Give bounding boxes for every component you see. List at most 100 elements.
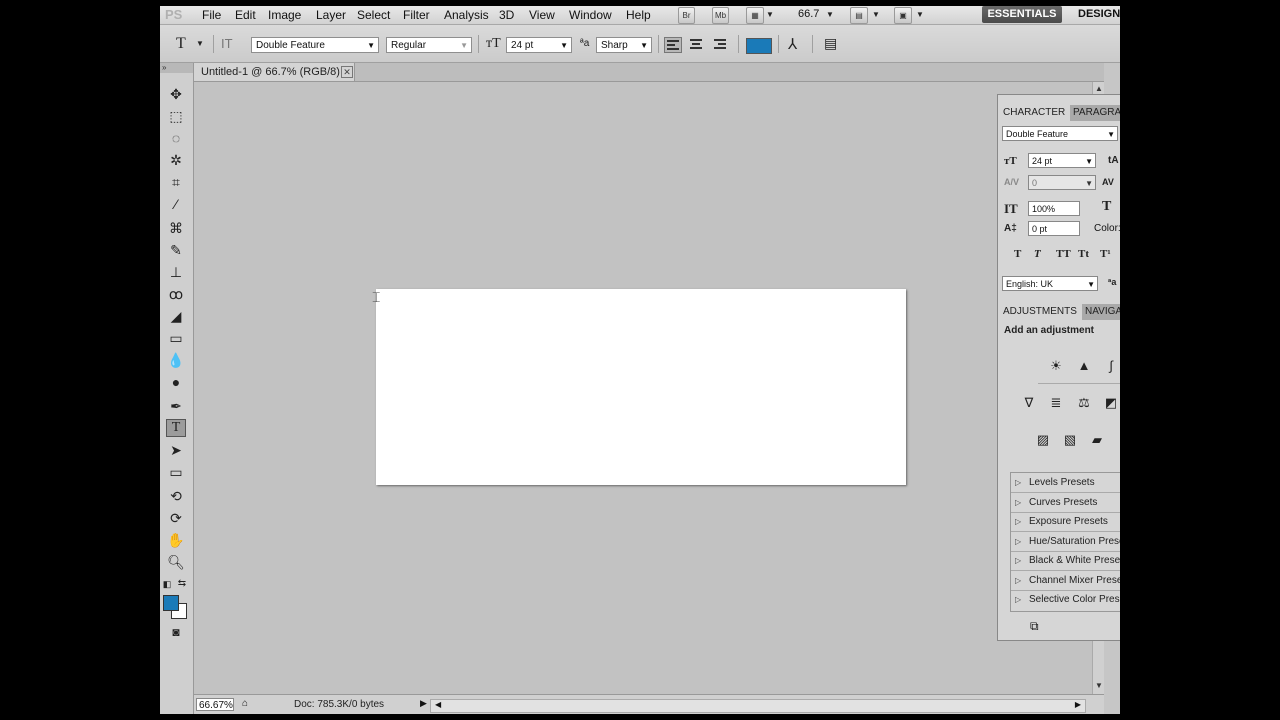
gradient-map-icon[interactable]: ▧	[1061, 431, 1079, 449]
invert-icon[interactable]: ▨	[1034, 431, 1052, 449]
tab-adjustments[interactable]: ADJUSTMENTS	[998, 304, 1082, 320]
text-color-swatch[interactable]	[746, 38, 772, 54]
type-tool-preset-icon[interactable]: T	[176, 35, 186, 53]
clip-to-layer-icon[interactable]: ⧉	[1030, 619, 1039, 634]
vibrance-icon[interactable]: ∇	[1020, 394, 1038, 412]
hand-tool-icon[interactable]: ✋	[166, 531, 186, 549]
align-center-button[interactable]	[688, 37, 706, 53]
workspace-essentials-button[interactable]: ESSENTIALS	[982, 6, 1062, 23]
faux-italic-button[interactable]: T	[1034, 248, 1041, 260]
quick-mask-icon[interactable]: ◙	[166, 623, 186, 641]
font-style-select[interactable]: Regular ▼	[386, 37, 472, 53]
scroll-down-icon[interactable]: ▼	[1095, 681, 1103, 690]
clone-stamp-tool-icon[interactable]: ⊥	[166, 263, 186, 281]
all-caps-button[interactable]: TT	[1056, 248, 1071, 260]
horizontal-scrollbar[interactable]: ◀ ▶	[430, 699, 1086, 713]
tools-panel-collapse-icon[interactable]: »	[160, 63, 193, 73]
arrange-dropdown-icon[interactable]: ▼	[872, 10, 880, 19]
preset-channel-mixer[interactable]: ▷ Channel Mixer Presets	[1011, 571, 1120, 591]
preset-selective-color[interactable]: ▷ Selective Color Presets	[1011, 590, 1120, 609]
crop-tool-icon[interactable]: ⌗	[166, 173, 186, 191]
char-kerning-field[interactable]: 0 ▼	[1028, 175, 1096, 190]
menu-analysis[interactable]: Analysis	[444, 8, 489, 22]
preset-levels[interactable]: ▷ Levels Presets	[1011, 473, 1120, 493]
foreground-color-swatch[interactable]	[163, 595, 179, 611]
status-menu-arrow-icon[interactable]: ▶	[420, 698, 427, 709]
document-tab[interactable]: Untitled-1 @ 66.7% (RGB/8) ✕	[194, 63, 355, 81]
3d-orbit-tool-icon[interactable]: ⟳	[166, 509, 186, 527]
3d-rotate-tool-icon[interactable]: ⟲	[166, 487, 186, 505]
font-family-select[interactable]: Double Feature ▼	[251, 37, 379, 53]
blur-tool-icon[interactable]: 💧	[166, 351, 186, 369]
close-icon[interactable]: ✕	[341, 66, 353, 78]
curves-icon[interactable]: ∫	[1102, 357, 1120, 375]
font-size-field[interactable]: 24 pt ▼	[506, 37, 572, 53]
brightness-contrast-icon[interactable]: ☀	[1047, 357, 1065, 375]
selective-color-icon[interactable]: ▰	[1088, 431, 1106, 449]
preset-black-white[interactable]: ▷ Black & White Presets	[1011, 551, 1120, 571]
workspace-design-button[interactable]: DESIGN	[1078, 8, 1120, 20]
tool-preset-dropdown-icon[interactable]: ▼	[196, 39, 204, 48]
type-tool-icon[interactable]: T	[166, 419, 186, 437]
black-white-icon[interactable]: ◩	[1102, 394, 1120, 412]
character-paragraph-panel-icon[interactable]: ▤	[824, 35, 837, 52]
levels-icon[interactable]: ▲	[1075, 357, 1093, 375]
eyedropper-tool-icon[interactable]: ⁄	[166, 195, 186, 213]
default-colors-icon[interactable]: ◧	[162, 575, 172, 593]
menu-window[interactable]: Window	[569, 8, 612, 22]
align-right-button[interactable]	[712, 37, 730, 53]
hue-saturation-icon[interactable]: ≣	[1047, 394, 1065, 412]
screen-mode-icon[interactable]: ▣	[894, 7, 912, 24]
marquee-tool-icon[interactable]: ⬚	[166, 107, 186, 125]
preset-curves[interactable]: ▷ Curves Presets	[1011, 493, 1120, 513]
gradient-tool-icon[interactable]: ▭	[166, 329, 186, 347]
tab-character[interactable]: CHARACTER	[998, 105, 1071, 121]
eraser-tool-icon[interactable]: ◢	[166, 307, 186, 325]
char-vertical-scale-field[interactable]: 100%	[1028, 201, 1080, 216]
view-extras-dropdown-icon[interactable]: ▼	[766, 10, 774, 19]
zoom-dropdown-icon[interactable]: ▼	[826, 10, 834, 19]
menu-filter[interactable]: Filter	[403, 8, 430, 22]
history-brush-tool-icon[interactable]: ꝏ	[166, 285, 186, 303]
spot-healing-tool-icon[interactable]: ⌘	[166, 219, 186, 237]
menu-layer[interactable]: Layer	[316, 8, 346, 22]
path-selection-tool-icon[interactable]: ➤	[166, 441, 186, 459]
char-baseline-shift-field[interactable]: 0 pt	[1028, 221, 1080, 236]
dodge-tool-icon[interactable]: ●	[166, 373, 186, 391]
menu-3d[interactable]: 3D	[499, 8, 514, 22]
launch-minibridge-button[interactable]: Mb	[712, 7, 729, 24]
move-tool-icon[interactable]: ✥	[166, 85, 186, 103]
align-left-button[interactable]	[664, 37, 682, 53]
char-color-label[interactable]: Color:	[1094, 223, 1120, 234]
quick-selection-tool-icon[interactable]: ✲	[166, 151, 186, 169]
color-balance-icon[interactable]: ⚖	[1075, 394, 1093, 412]
brush-tool-icon[interactable]: ✎	[166, 241, 186, 259]
scroll-up-icon[interactable]: ▲	[1095, 84, 1103, 93]
preset-exposure[interactable]: ▷ Exposure Presets	[1011, 512, 1120, 532]
pen-tool-icon[interactable]: ✒	[166, 397, 186, 415]
screen-mode-dropdown-icon[interactable]: ▼	[916, 10, 924, 19]
menu-edit[interactable]: Edit	[235, 8, 256, 22]
scroll-left-icon[interactable]: ◀	[435, 700, 441, 709]
launch-bridge-button[interactable]: Br	[678, 7, 695, 24]
menu-view[interactable]: View	[529, 8, 555, 22]
tab-paragraph[interactable]: PARAGRA	[1068, 105, 1120, 121]
zoom-tool-icon[interactable]: 🔍︎	[166, 553, 186, 571]
tab-navigator[interactable]: NAVIGA	[1080, 304, 1120, 320]
char-font-family-select[interactable]: Double Feature ▼	[1002, 126, 1118, 141]
zoom-level-display[interactable]: 66.7	[798, 8, 819, 20]
swap-colors-icon[interactable]: ⇆	[176, 575, 188, 593]
document-workspace[interactable]: ⌶	[194, 82, 1092, 694]
menu-select[interactable]: Select	[357, 8, 390, 22]
small-caps-button[interactable]: Tt	[1078, 248, 1089, 260]
toggle-text-orientation-icon[interactable]: IT	[221, 36, 233, 51]
antialias-select[interactable]: Sharp ▼	[596, 37, 652, 53]
rectangle-tool-icon[interactable]: ▭	[166, 463, 186, 481]
char-font-size-field[interactable]: 24 pt ▼	[1028, 153, 1096, 168]
arrange-documents-icon[interactable]: ▤	[850, 7, 868, 24]
view-extras-icon[interactable]: ▦	[746, 7, 764, 24]
scroll-right-icon[interactable]: ▶	[1075, 700, 1081, 709]
menu-help[interactable]: Help	[626, 8, 651, 22]
superscript-button[interactable]: T¹	[1100, 248, 1111, 260]
status-preview-icon[interactable]: ⌂	[242, 698, 248, 709]
